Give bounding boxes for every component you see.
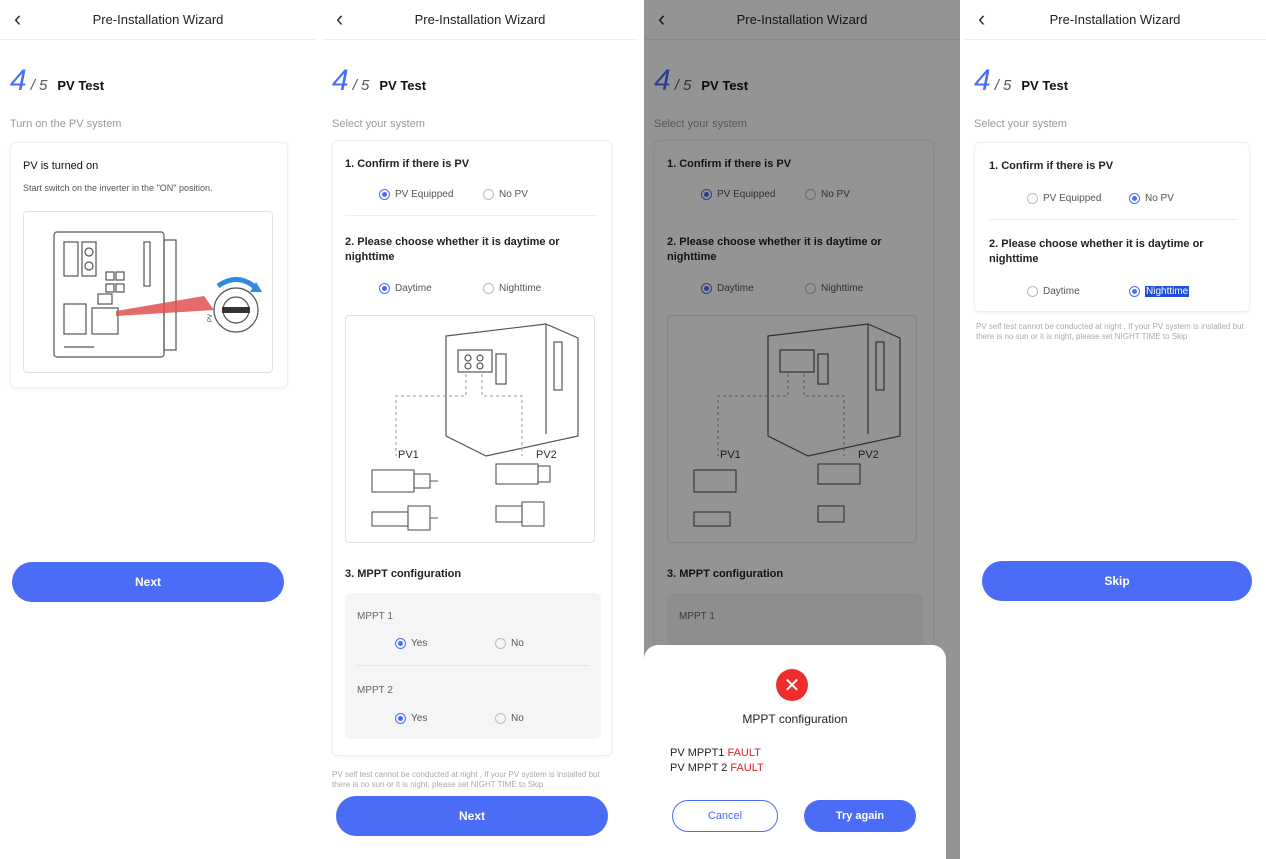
radio-selected-icon [1129, 193, 1140, 204]
radio-selected-icon [1129, 286, 1140, 297]
divider [345, 215, 597, 216]
step-total: / 5 [30, 77, 48, 94]
radio-daytime[interactable]: Daytime [1027, 286, 1080, 297]
fault-line-mppt1: PV MPPT1 FAULT [670, 747, 761, 759]
pv-connection-illustration: PV1 PV2 [345, 315, 595, 543]
step-subtitle: Turn on the PV system [10, 118, 122, 130]
step-current: 4 [974, 64, 991, 97]
step-current: 4 [332, 64, 349, 97]
svg-text:PV: PV [208, 314, 214, 322]
radio-selected-icon [395, 713, 406, 724]
radio-mppt1-yes[interactable]: Yes [395, 638, 427, 649]
radio-nighttime[interactable]: Nighttime [483, 283, 541, 294]
radio-pv-equipped[interactable]: PV Equipped [1027, 193, 1101, 204]
question-daytime: 2. Please choose whether it is daytime o… [345, 236, 560, 263]
system-card: 1. Confirm if there is PV PV Equipped No… [974, 142, 1250, 312]
radio-mppt2-yes[interactable]: Yes [395, 713, 427, 724]
radio-mppt2-no[interactable]: No [495, 713, 524, 724]
question-daytime: 2. Please choose whether it is daytime o… [989, 238, 1204, 265]
card-text: Start switch on the inverter in the "ON"… [23, 183, 213, 193]
radio-daytime[interactable]: Daytime [379, 283, 432, 294]
fault-status: FAULT [727, 747, 761, 759]
page-title: Pre-Installation Wizard [1049, 12, 1181, 27]
radio-mppt1-no[interactable]: No [495, 638, 524, 649]
radio-empty-icon [495, 638, 506, 649]
question-pv: 1. Confirm if there is PV [989, 160, 1114, 172]
screen-mppt-fault-dialog: ‹ Pre-Installation Wizard 4 / 5 PV Test … [644, 0, 960, 859]
step-name: PV Test [57, 78, 105, 93]
header: ‹ Pre-Installation Wizard [964, 0, 1266, 40]
night-note: PV self test cannot be conducted at nigh… [976, 322, 1244, 341]
error-icon: ✕ [776, 669, 808, 701]
mppt2-label: MPPT 2 [357, 685, 393, 696]
step-indicator: 4 / 5 PV Test [10, 66, 104, 96]
mppt-fault-sheet: ✕ MPPT configuration PV MPPT1 FAULT PV M… [644, 645, 946, 859]
divider [989, 219, 1237, 220]
radio-selected-icon [379, 189, 390, 200]
step-total: / 5 [994, 77, 1012, 94]
next-button[interactable]: Next [12, 562, 284, 602]
fault-line-mppt2: PV MPPT 2 FAULT [670, 762, 764, 774]
mppt1-label: MPPT 1 [357, 611, 393, 622]
radio-empty-icon [483, 283, 494, 294]
step-subtitle: Select your system [974, 118, 1067, 130]
radio-selected-icon [395, 638, 406, 649]
next-button[interactable]: Next [336, 796, 608, 836]
night-note: PV self test cannot be conducted at nigh… [332, 770, 600, 789]
pv1-label: PV1 [398, 449, 419, 461]
step-indicator: 4 / 5 PV Test [332, 66, 426, 96]
inverter-switch-illustration: PV [23, 211, 273, 373]
pv-connector-icon: PV1 PV2 [371, 323, 579, 531]
question-mppt: 3. MPPT configuration [345, 568, 462, 580]
radio-no-pv[interactable]: No PV [483, 189, 528, 200]
header: ‹ Pre-Installation Wizard [0, 0, 316, 40]
step-name: PV Test [1021, 78, 1069, 93]
mppt-config-box: MPPT 1 Yes No MPPT 2 Yes No [345, 593, 601, 739]
card-title: PV is turned on [23, 160, 99, 172]
pv-on-card: PV is turned on Start switch on the inve… [10, 142, 288, 388]
header: ‹ Pre-Installation Wizard [322, 0, 638, 40]
radio-empty-icon [1027, 286, 1038, 297]
question-pv: 1. Confirm if there is PV [345, 158, 470, 170]
step-total: / 5 [352, 77, 370, 94]
inverter-switch-icon: PV [53, 231, 262, 358]
page-title: Pre-Installation Wizard [92, 12, 224, 27]
skip-button[interactable]: Skip [982, 561, 1252, 601]
try-again-button[interactable]: Try again [804, 800, 916, 832]
page-title: Pre-Installation Wizard [414, 12, 546, 27]
screen-turn-on-pv: ‹ Pre-Installation Wizard 4 / 5 PV Test … [0, 0, 316, 859]
fault-status: FAULT [730, 762, 764, 774]
screen-no-pv-nighttime: ‹ Pre-Installation Wizard 4 / 5 PV Test … [964, 0, 1266, 859]
screen-select-system: ‹ Pre-Installation Wizard 4 / 5 PV Test … [322, 0, 638, 859]
divider [357, 665, 589, 666]
radio-empty-icon [483, 189, 494, 200]
radio-nighttime[interactable]: Nighttime [1129, 286, 1190, 297]
radio-empty-icon [495, 713, 506, 724]
sheet-title: MPPT configuration [742, 712, 848, 726]
step-name: PV Test [379, 78, 427, 93]
radio-pv-equipped[interactable]: PV Equipped [379, 189, 453, 200]
cancel-button[interactable]: Cancel [672, 800, 778, 832]
system-card: 1. Confirm if there is PV PV Equipped No… [332, 140, 612, 756]
radio-no-pv[interactable]: No PV [1129, 193, 1174, 204]
step-current: 4 [10, 64, 27, 97]
step-subtitle: Select your system [332, 118, 425, 130]
radio-selected-icon [379, 283, 390, 294]
radio-empty-icon [1027, 193, 1038, 204]
step-indicator: 4 / 5 PV Test [974, 66, 1068, 96]
pv2-label: PV2 [536, 449, 557, 461]
